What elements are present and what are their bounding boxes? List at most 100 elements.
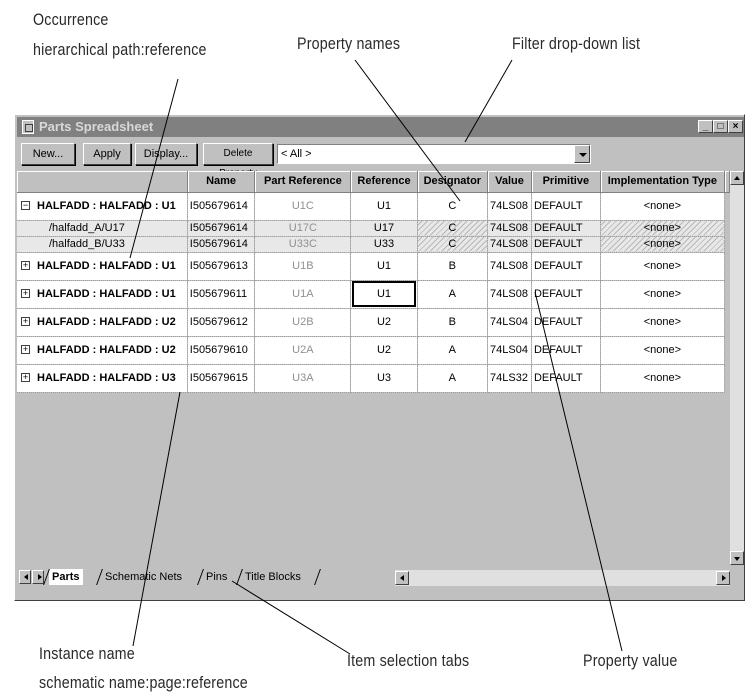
table-row[interactable]: + HALFADD : HALFADD : U1 I505679613 U1B U1 B 7… bbox=[17, 252, 730, 281]
table-cell[interactable]: I505679611 bbox=[187, 280, 256, 309]
table-cell[interactable]: U2 bbox=[350, 336, 418, 365]
table-cell[interactable]: I505679612 bbox=[187, 308, 256, 337]
table-cell[interactable]: DEFAULT bbox=[531, 280, 601, 309]
table-cell[interactable]: I505679613 bbox=[187, 252, 256, 281]
column-header[interactable]: Name bbox=[187, 171, 256, 193]
table-cell[interactable]: U33 bbox=[350, 236, 418, 253]
tab-parts[interactable]: Parts bbox=[49, 569, 83, 585]
table-cell[interactable]: <none> bbox=[600, 252, 726, 281]
table-cell[interactable]: A bbox=[417, 336, 489, 365]
table-cell[interactable]: C bbox=[417, 220, 489, 237]
horizontal-scrollbar[interactable] bbox=[395, 570, 730, 586]
table-cell[interactable]: U33C bbox=[254, 236, 352, 253]
expand-icon[interactable]: + bbox=[21, 345, 30, 354]
table-cell[interactable]: U1C bbox=[254, 192, 352, 221]
vertical-scrollbar[interactable] bbox=[730, 171, 744, 565]
table-cell[interactable]: C bbox=[417, 192, 489, 221]
new-button[interactable]: New... bbox=[21, 143, 75, 165]
instance-name-cell[interactable]: /halfadd_A/U17 bbox=[17, 220, 188, 237]
filter-dropdown[interactable]: < All > bbox=[277, 144, 591, 164]
column-header[interactable]: Value bbox=[487, 171, 532, 193]
chevron-down-icon[interactable] bbox=[574, 145, 590, 163]
instance-name-cell[interactable]: + HALFADD : HALFADD : U2 bbox=[17, 336, 188, 365]
table-cell[interactable]: 74LS08 bbox=[487, 252, 532, 281]
apply-button[interactable]: Apply bbox=[83, 143, 131, 165]
table-cell[interactable]: DEFAULT bbox=[531, 220, 601, 237]
close-button[interactable]: × bbox=[728, 120, 743, 133]
maximize-button[interactable]: □ bbox=[713, 120, 728, 133]
table-cell[interactable]: 74LS08 bbox=[487, 220, 532, 237]
tab-scroll-right-icon[interactable] bbox=[32, 570, 44, 584]
table-cell[interactable]: DEFAULT bbox=[531, 252, 601, 281]
table-row[interactable]: + HALFADD : HALFADD : U2 I505679610 U2A U2 A 7… bbox=[17, 336, 730, 365]
instance-name-cell[interactable]: − HALFADD : HALFADD : U1 bbox=[17, 192, 188, 221]
column-header[interactable]: Designator bbox=[417, 171, 489, 193]
instance-name-cell[interactable]: + HALFADD : HALFADD : U1 bbox=[17, 280, 188, 309]
delete-property-button[interactable]: Delete Property bbox=[203, 143, 273, 179]
table-cell[interactable]: U1 bbox=[350, 192, 418, 221]
instance-name-cell[interactable]: + HALFADD : HALFADD : U1 bbox=[17, 252, 188, 281]
table-cell[interactable]: U1B bbox=[254, 252, 352, 281]
instance-name-cell[interactable]: + HALFADD : HALFADD : U2 bbox=[17, 308, 188, 337]
table-cell[interactable]: 74LS08 bbox=[487, 236, 532, 253]
scroll-right-icon[interactable] bbox=[716, 571, 730, 585]
table-cell[interactable]: I505679610 bbox=[187, 336, 256, 365]
table-cell[interactable]: DEFAULT bbox=[531, 192, 601, 221]
table-cell[interactable]: DEFAULT bbox=[531, 308, 601, 337]
tab-title-blocks[interactable]: Title Blocks bbox=[242, 569, 304, 585]
minimize-button[interactable]: _ bbox=[698, 120, 713, 133]
instance-name-cell[interactable]: + HALFADD : HALFADD : U3 bbox=[17, 364, 188, 393]
table-cell[interactable]: U17 bbox=[350, 220, 418, 237]
table-cell[interactable]: U1 bbox=[350, 252, 418, 281]
title-bar[interactable]: Parts Spreadsheet _ □ × bbox=[17, 117, 744, 137]
table-cell[interactable]: A bbox=[417, 280, 489, 309]
table-row[interactable]: /halfadd_B/U33 I505679614 U33C U33 C 74LS08 DE… bbox=[17, 236, 730, 253]
table-cell[interactable]: U3A bbox=[254, 364, 352, 393]
table-cell[interactable]: <none> bbox=[600, 192, 726, 221]
tab-scroll-left-icon[interactable] bbox=[19, 570, 31, 584]
table-cell[interactable]: U2A bbox=[254, 336, 352, 365]
table-cell[interactable]: DEFAULT bbox=[531, 236, 601, 253]
table-cell[interactable]: B bbox=[417, 308, 489, 337]
table-cell[interactable]: 74LS08 bbox=[487, 280, 532, 309]
instance-name-cell[interactable]: /halfadd_B/U33 bbox=[17, 236, 188, 253]
table-cell[interactable]: DEFAULT bbox=[531, 336, 601, 365]
scroll-down-icon[interactable] bbox=[730, 551, 744, 565]
expand-icon[interactable]: + bbox=[21, 317, 30, 326]
table-cell[interactable]: 74LS04 bbox=[487, 308, 532, 337]
tab-schematic-nets[interactable]: Schematic Nets bbox=[102, 569, 185, 585]
display-button[interactable]: Display... bbox=[135, 143, 197, 165]
column-header[interactable]: Part Reference bbox=[254, 171, 352, 193]
expand-icon[interactable]: + bbox=[21, 373, 30, 382]
table-row[interactable]: − HALFADD : HALFADD : U1 I505679614 U1C U1 C 7… bbox=[17, 192, 730, 221]
table-cell[interactable]: I505679614 bbox=[187, 220, 256, 237]
table-cell[interactable]: 74LS04 bbox=[487, 336, 532, 365]
table-row[interactable]: /halfadd_A/U17 I505679614 U17C U17 C 74LS08 DE… bbox=[17, 220, 730, 237]
table-cell[interactable]: <none> bbox=[600, 220, 726, 237]
table-row[interactable]: + HALFADD : HALFADD : U3 I505679615 U3A U3 A 7… bbox=[17, 364, 730, 393]
table-cell[interactable]: U2B bbox=[254, 308, 352, 337]
table-cell[interactable]: 74LS08 bbox=[487, 192, 532, 221]
table-cell[interactable]: A bbox=[417, 364, 489, 393]
table-cell[interactable]: U17C bbox=[254, 220, 352, 237]
expand-icon[interactable]: + bbox=[21, 261, 30, 270]
table-cell[interactable]: DEFAULT bbox=[531, 364, 601, 393]
table-cell[interactable]: C bbox=[417, 236, 489, 253]
table-cell[interactable]: 74LS32 bbox=[487, 364, 532, 393]
table-cell[interactable]: U1A bbox=[254, 280, 352, 309]
table-cell[interactable]: I505679614 bbox=[187, 192, 256, 221]
table-cell[interactable]: I505679615 bbox=[187, 364, 256, 393]
column-header[interactable]: Reference bbox=[350, 171, 418, 193]
table-cell[interactable]: <none> bbox=[600, 280, 726, 309]
table-cell[interactable]: I505679614 bbox=[187, 236, 256, 253]
table-cell[interactable]: B bbox=[417, 252, 489, 281]
table-row[interactable]: + HALFADD : HALFADD : U1 I505679611 U1A U1 A 7… bbox=[17, 280, 730, 309]
collapse-icon[interactable]: − bbox=[21, 201, 30, 210]
table-cell[interactable]: U3 bbox=[350, 364, 418, 393]
table-cell[interactable]: U2 bbox=[350, 308, 418, 337]
expand-icon[interactable]: + bbox=[21, 289, 30, 298]
column-header[interactable]: Implementation Type bbox=[600, 171, 726, 193]
tab-pins[interactable]: Pins bbox=[203, 569, 230, 585]
table-cell[interactable]: U1 bbox=[350, 280, 418, 309]
table-cell[interactable]: <none> bbox=[600, 236, 726, 253]
